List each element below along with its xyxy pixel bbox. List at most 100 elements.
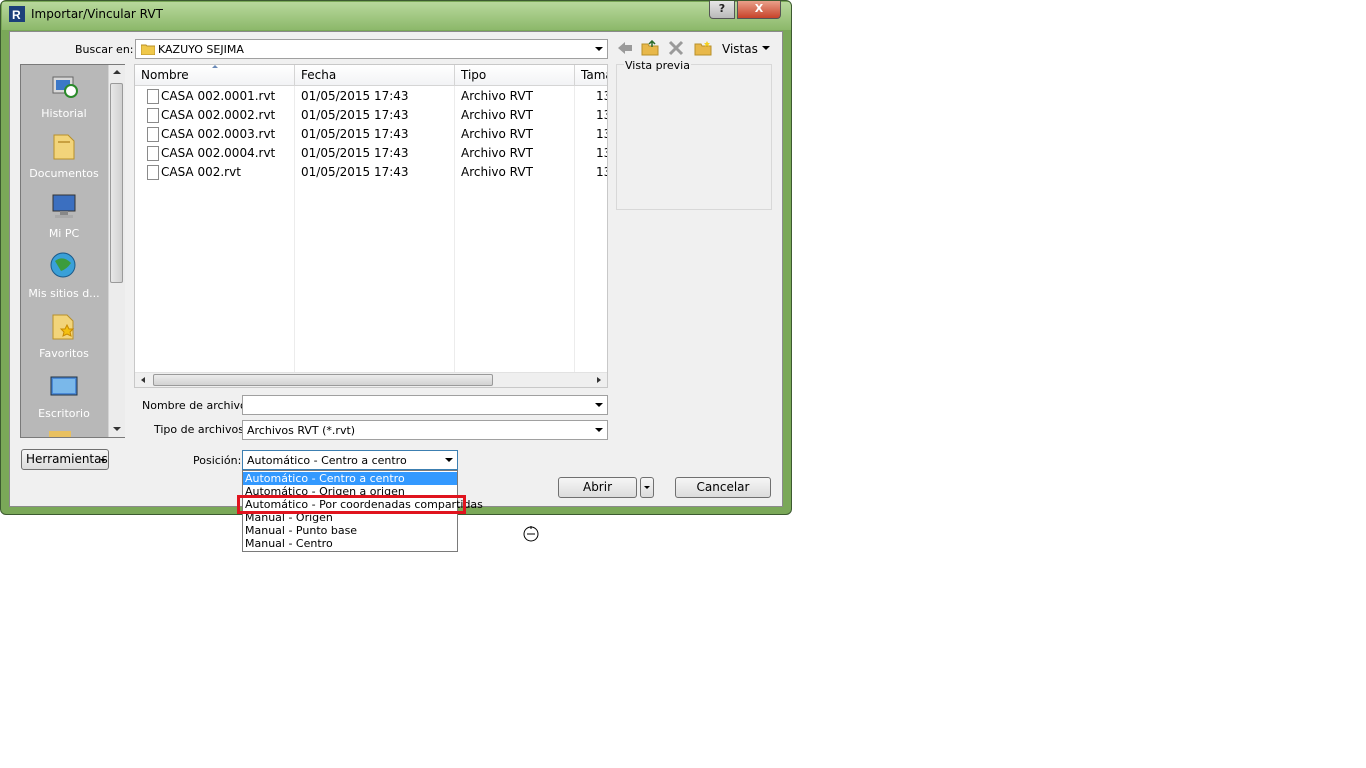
file-size: 13 <box>596 108 607 122</box>
my-computer-icon <box>49 191 79 221</box>
lookin-value: KAZUYO SEJIMA <box>158 43 244 56</box>
chevron-down-icon[interactable] <box>591 40 607 58</box>
column-header-size[interactable]: Tama <box>575 65 607 86</box>
chevron-down-icon[interactable] <box>441 451 457 469</box>
file-row[interactable]: CASA 002.0003.rvt 01/05/2015 17:43 Archi… <box>135 125 607 144</box>
place-desktop[interactable]: Escritorio <box>21 371 107 420</box>
chevron-down-icon <box>100 459 106 462</box>
file-size: 13 <box>596 127 607 141</box>
scroll-thumb[interactable] <box>110 83 123 283</box>
place-label: Escritorio <box>38 407 90 420</box>
list-horizontal-scrollbar[interactable] <box>135 372 607 387</box>
position-option[interactable]: Automático - Centro a centro <box>243 472 457 485</box>
file-date: 01/05/2015 17:43 <box>301 146 409 160</box>
position-option[interactable]: Manual - Centro <box>243 537 457 550</box>
filename-label: Nombre de archivo: <box>142 399 251 412</box>
file-type: Archivo RVT <box>461 146 533 160</box>
file-name: CASA 002.0001.rvt <box>161 89 276 103</box>
file-date: 01/05/2015 17:43 <box>301 165 409 179</box>
column-header-type[interactable]: Tipo <box>455 65 575 86</box>
scroll-right-icon[interactable] <box>597 377 601 383</box>
filetype-label: Tipo de archivos: <box>154 423 248 436</box>
place-favorites[interactable]: Favoritos <box>21 311 107 360</box>
scroll-left-icon[interactable] <box>141 377 145 383</box>
open-options-button[interactable] <box>640 477 654 498</box>
file-date: 01/05/2015 17:43 <box>301 108 409 122</box>
position-label: Posición: <box>193 454 242 467</box>
network-places-icon <box>49 251 79 281</box>
column-header-date[interactable]: Fecha <box>295 65 455 86</box>
more-places-folder-icon <box>49 431 71 437</box>
file-type: Archivo RVT <box>461 89 533 103</box>
file-row[interactable]: CASA 002.0002.rvt 01/05/2015 17:43 Archi… <box>135 106 607 125</box>
place-label: Historial <box>41 107 87 120</box>
lookin-combo[interactable]: KAZUYO SEJIMA <box>135 39 608 59</box>
file-name: CASA 002.rvt <box>161 165 241 179</box>
window-title: Importar/Vincular RVT <box>31 7 163 21</box>
file-name: CASA 002.0002.rvt <box>161 108 276 122</box>
places-bar: Historial Documentos Mi PC Mis sitios d.… <box>20 64 125 438</box>
file-date: 01/05/2015 17:43 <box>301 127 409 141</box>
file-date: 01/05/2015 17:43 <box>301 89 409 103</box>
preview-label: Vista previa <box>624 59 691 72</box>
place-history[interactable]: Historial <box>21 71 107 120</box>
file-icon <box>147 146 159 161</box>
file-type: Archivo RVT <box>461 108 533 122</box>
views-button[interactable]: Vistas <box>722 42 758 56</box>
open-button[interactable]: Abrir <box>558 477 637 498</box>
file-icon <box>147 89 159 104</box>
position-select[interactable]: Automático - Centro a centro <box>242 450 458 470</box>
file-type: Archivo RVT <box>461 127 533 141</box>
help-button[interactable]: ? <box>709 1 735 19</box>
scroll-up-icon[interactable] <box>113 70 121 74</box>
file-row[interactable]: CASA 002.0001.rvt 01/05/2015 17:43 Archi… <box>135 87 607 106</box>
file-icon <box>147 127 159 142</box>
file-row[interactable]: CASA 002.rvt 01/05/2015 17:43 Archivo RV… <box>135 163 607 182</box>
place-label: Favoritos <box>39 347 89 360</box>
folder-icon <box>140 43 156 56</box>
file-size: 13 <box>596 146 607 160</box>
file-size: 13 <box>596 89 607 103</box>
place-documents[interactable]: Documentos <box>21 131 107 180</box>
svg-text:R: R <box>12 8 21 22</box>
close-button[interactable]: X <box>737 1 781 19</box>
sort-ascending-icon <box>212 65 218 68</box>
chevron-down-icon <box>644 486 650 489</box>
chevron-down-icon[interactable] <box>591 421 607 439</box>
place-label: Mi PC <box>48 227 80 240</box>
chevron-down-icon[interactable] <box>591 396 607 414</box>
file-icon <box>147 165 159 180</box>
place-label: Documentos <box>29 167 99 180</box>
place-label: Mis sitios d... <box>28 287 100 300</box>
delete-icon[interactable] <box>668 40 684 56</box>
column-header-name[interactable]: Nombre <box>135 65 295 86</box>
places-scrollbar[interactable] <box>108 65 125 437</box>
tools-button[interactable]: Herramientas <box>21 449 109 470</box>
filetype-value: Archivos RVT (*.rvt) <box>247 424 356 437</box>
cursor-icon <box>522 524 540 542</box>
file-list[interactable]: Nombre Fecha Tipo Tama CASA 002.0001.rvt… <box>134 64 608 388</box>
history-icon <box>49 71 79 101</box>
position-option[interactable]: Manual - Punto base <box>243 524 457 537</box>
filetype-select[interactable]: Archivos RVT (*.rvt) <box>242 420 608 440</box>
favorites-folder-icon <box>49 311 79 341</box>
file-row[interactable]: CASA 002.0004.rvt 01/05/2015 17:43 Archi… <box>135 144 607 163</box>
scroll-down-icon[interactable] <box>113 427 121 431</box>
back-arrow-icon[interactable] <box>616 40 634 56</box>
documents-folder-icon <box>49 131 79 161</box>
desktop-icon <box>49 371 79 401</box>
cancel-button[interactable]: Cancelar <box>675 477 771 498</box>
file-name: CASA 002.0003.rvt <box>161 127 276 141</box>
up-folder-icon[interactable] <box>641 39 659 56</box>
file-size: 13 <box>596 165 607 179</box>
place-network[interactable]: Mis sitios d... <box>21 251 107 300</box>
preview-panel <box>616 64 772 210</box>
position-value: Automático - Centro a centro <box>247 454 407 467</box>
views-chevron-down-icon[interactable] <box>760 40 772 56</box>
new-folder-icon[interactable] <box>694 40 712 56</box>
tools-button-label: Herramientas <box>26 452 108 466</box>
filename-input[interactable] <box>242 395 608 415</box>
place-my-pc[interactable]: Mi PC <box>21 191 107 240</box>
scroll-thumb[interactable] <box>153 374 493 386</box>
annotation-highlight-box <box>237 495 466 514</box>
